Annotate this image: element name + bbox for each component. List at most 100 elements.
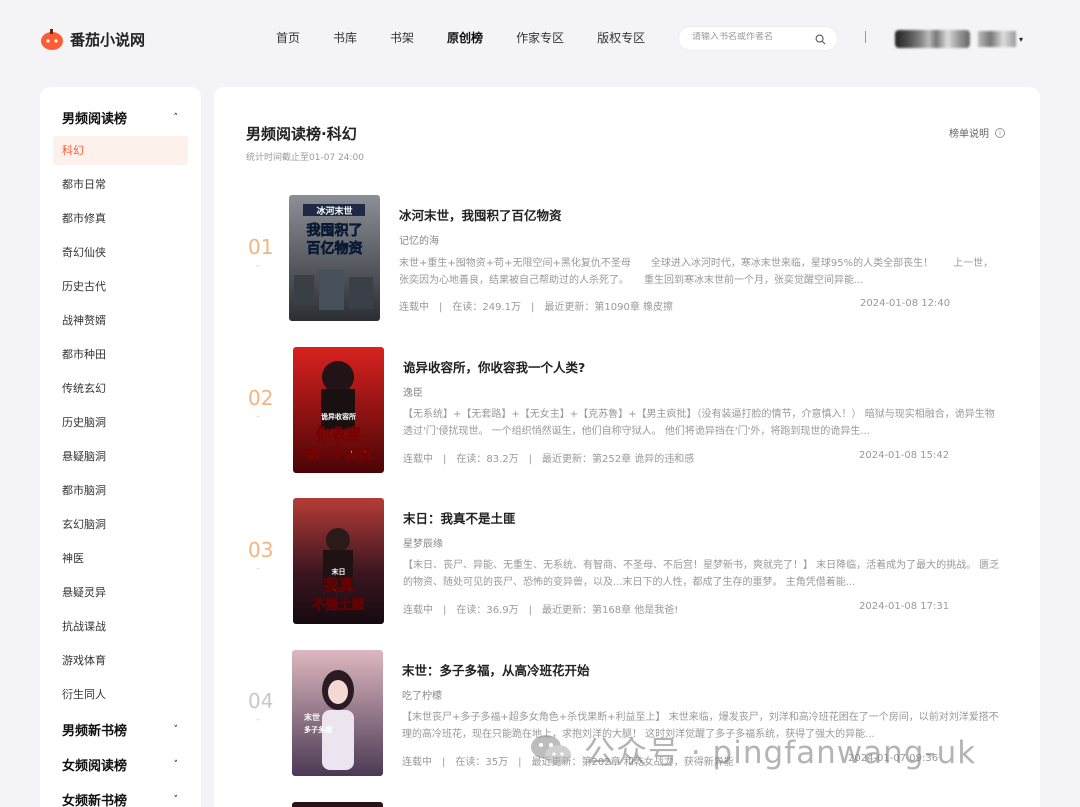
cover-title-1: 末日: [332, 567, 346, 576]
book-cover-partial[interactable]: [292, 802, 383, 807]
sidebar-item-mystery-brainhole[interactable]: 悬疑脑洞: [53, 442, 188, 471]
latest-chapter[interactable]: 第168章 他是我爸!: [592, 605, 678, 616]
book-row[interactable]: 01 – 冰河末世 我囤积了 百亿物资 冰河末世，我囤积了百亿物资 记忆的海 末…: [214, 195, 1040, 335]
nav-author-zone[interactable]: 作家专区: [516, 29, 564, 47]
logo-text: 番茄小说网: [70, 30, 146, 49]
nav-library[interactable]: 书库: [333, 29, 357, 47]
sidebar-item-urban-brainhole[interactable]: 都市脑洞: [53, 476, 188, 505]
watermark-text: 公众号 · pingfanwang-uk: [584, 735, 977, 771]
reading-count: 35万: [485, 757, 509, 768]
rank-dash: –: [256, 412, 261, 422]
sidebar-group-male-new[interactable]: 男频新书榜 ˅: [62, 720, 178, 739]
book-title[interactable]: 诡异收容所，你收容我一个人类?: [403, 357, 585, 376]
sidebar-item-game-sports[interactable]: 游戏体育: [53, 646, 188, 675]
reading-label: 在读：: [452, 302, 483, 313]
group-label: 男频新书榜: [62, 724, 128, 739]
nav-home[interactable]: 首页: [276, 29, 300, 47]
book-row[interactable]: 02 – 诡异收容所 你收容 我一个人类 诡异收容所，你收容我一个人类? 逸臣 …: [214, 347, 1040, 487]
book-description: 末世+重生+囤物资+苟+无限空间+黑化复仇不圣母 全球进入冰河时代，寒冰末世来临…: [399, 258, 994, 286]
latest-chapter[interactable]: 第1090章 橡皮擦: [594, 302, 673, 313]
book-author[interactable]: 吃了柠檬: [402, 687, 442, 702]
reading-label: 在读：: [455, 757, 486, 768]
update-label: 最近更新：: [542, 605, 593, 616]
cover-title-2: 你收容: [315, 425, 361, 443]
book-cover[interactable]: 末世 多子多福: [292, 650, 383, 776]
book-cover[interactable]: 诡异收容所 你收容 我一个人类: [293, 347, 384, 473]
rank-number: 04: [248, 689, 274, 713]
sidebar-item-history-ancient[interactable]: 历史古代: [53, 272, 188, 301]
group-label: 男频阅读榜: [62, 112, 128, 127]
book-author[interactable]: 记忆的海: [399, 232, 439, 247]
book-meta: 连载中 | 在读：249.1万 | 最近更新：第1090章 橡皮擦: [399, 302, 674, 313]
group-label: 女频阅读榜: [62, 759, 128, 774]
book-cover[interactable]: 末日 我真 不是土匪: [293, 498, 384, 624]
reading-label: 在读：: [456, 454, 487, 465]
chevron-down-icon: ˅: [173, 724, 179, 735]
sidebar-group-female-new[interactable]: 女频新书榜 ˅: [62, 790, 178, 807]
update-date: 2024-01-08 17:31: [859, 601, 950, 612]
latest-chapter[interactable]: 第252章 诡异的违和感: [592, 454, 694, 465]
book-status: 连载中: [403, 454, 433, 465]
update-label: 最近更新：: [544, 302, 595, 313]
book-cover[interactable]: 冰河末世 我囤积了 百亿物资: [289, 195, 380, 321]
sidebar-item-urban-daily[interactable]: 都市日常: [53, 170, 188, 199]
rank-number: 02: [248, 386, 274, 410]
ranking-main-panel: 男频阅读榜·科幻 统计时间截止至01-07 24:00 榜单说明 i 01 – …: [214, 87, 1040, 807]
book-status: 连载中: [403, 605, 433, 616]
book-row[interactable]: 03 – 末日 我真 不是土匪 末日：我真不是土匪 星梦辰缘 【末日、丧尸、异能…: [214, 498, 1040, 638]
reading-count: 83.2万: [486, 454, 519, 465]
sidebar-group-male-reading[interactable]: 男频阅读榜 ˄: [62, 108, 178, 127]
cover-title-3: 百亿物资: [307, 240, 363, 257]
book-title[interactable]: 末世：多子多福，从高冷班花开始: [402, 660, 590, 679]
sidebar-item-history-brainhole[interactable]: 历史脑洞: [53, 408, 188, 437]
rank-number: 03: [248, 538, 274, 562]
wechat-watermark: 公众号 · pingfanwang-uk: [530, 727, 976, 772]
sidebar-item-xuanhuan-brainhole[interactable]: 玄幻脑洞: [53, 510, 188, 539]
header-divider: [865, 31, 866, 43]
avatar[interactable]: [895, 30, 970, 48]
user-menu[interactable]: ▾: [895, 30, 1023, 48]
cover-title-1: 末世: [304, 712, 320, 722]
nav-original-ranking[interactable]: 原创榜: [447, 29, 483, 47]
book-title[interactable]: 末日：我真不是土匪: [403, 508, 516, 527]
sidebar-item-traditional-xuanhuan[interactable]: 传统玄幻: [53, 374, 188, 403]
page-title: 男频阅读榜·科幻: [246, 125, 357, 143]
sidebar-item-war-god[interactable]: 战神赘婿: [53, 306, 188, 335]
stat-time: 统计时间截止至01-07 24:00: [246, 153, 364, 163]
sidebar-item-fan-fiction[interactable]: 衍生同人: [53, 680, 188, 709]
book-meta: 连载中 | 在读：83.2万 | 最近更新：第252章 诡异的违和感: [403, 454, 695, 465]
help-label: 榜单说明: [949, 129, 989, 140]
update-label: 最近更新：: [542, 454, 593, 465]
book-title[interactable]: 冰河末世，我囤积了百亿物资: [399, 205, 562, 224]
nav-copyright-zone[interactable]: 版权专区: [597, 29, 645, 47]
rank-number: 01: [248, 235, 274, 259]
rank-dash: –: [256, 261, 261, 271]
update-date: 2024-01-08 15:42: [859, 450, 950, 461]
sidebar-item-mystery-supernatural[interactable]: 悬疑灵异: [53, 578, 188, 607]
sidebar-item-doctor[interactable]: 神医: [53, 544, 188, 573]
info-icon: i: [995, 127, 1005, 138]
reading-count: 249.1万: [482, 302, 522, 313]
book-status: 连载中: [399, 302, 429, 313]
caret-down-icon[interactable]: ▾: [1019, 35, 1023, 44]
reading-label: 在读：: [456, 605, 487, 616]
book-description: 【末日、丧尸、异能、无重生、无系统、有智商、不圣母、不后宫！星梦新书，爽就完了！…: [403, 560, 1000, 588]
search-input[interactable]: [692, 32, 812, 42]
search-icon[interactable]: [815, 34, 826, 45]
book-author[interactable]: 逸臣: [403, 384, 423, 399]
update-date: 2024-01-08 12:40: [860, 298, 951, 309]
book-description: 【无系统】+【无套路】+【无女主】+【克苏鲁】+【男主疯批】（没有装逼打脸的情节…: [403, 409, 995, 437]
book-author[interactable]: 星梦辰缘: [403, 535, 443, 550]
sidebar-item-scifi[interactable]: 科幻: [53, 136, 188, 165]
nav-bookshelf[interactable]: 书架: [390, 29, 414, 47]
sidebar-group-female-reading[interactable]: 女频阅读榜 ˅: [62, 755, 178, 774]
sidebar-item-urban-cultivation[interactable]: 都市修真: [53, 204, 188, 233]
site-logo[interactable]: 番茄小说网: [40, 27, 145, 51]
ranking-help[interactable]: 榜单说明 i: [949, 125, 1005, 140]
rank-dash: –: [256, 715, 261, 725]
sidebar-item-urban-farming[interactable]: 都市种田: [53, 340, 188, 369]
sidebar-item-fantasy-xianxia[interactable]: 奇幻仙侠: [53, 238, 188, 267]
username-blurred: [978, 31, 1016, 47]
sidebar-item-war-spy[interactable]: 抗战谍战: [53, 612, 188, 641]
book-status: 连载中: [402, 757, 432, 768]
